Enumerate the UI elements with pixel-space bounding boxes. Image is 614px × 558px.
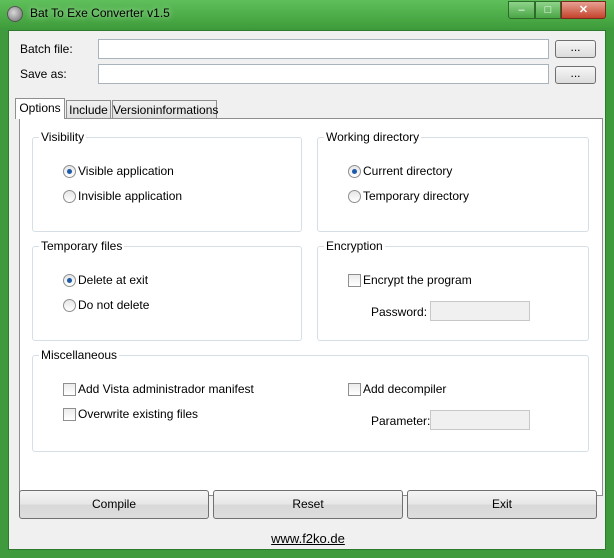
website-link[interactable]: www.f2ko.de xyxy=(9,531,607,546)
parameter-label: Parameter: xyxy=(371,414,431,428)
current-directory-label[interactable]: Current directory xyxy=(363,164,452,178)
parameter-input[interactable] xyxy=(430,410,530,430)
save-as-label: Save as: xyxy=(20,67,67,81)
delete-at-exit-radio[interactable] xyxy=(63,274,76,287)
invisible-application-radio[interactable] xyxy=(63,190,76,203)
password-label: Password: xyxy=(371,305,428,319)
app-gear-icon[interactable] xyxy=(7,6,23,22)
exit-button[interactable]: Exit xyxy=(407,490,597,519)
encryption-group: Encryption Encrypt the program Password: xyxy=(317,239,589,341)
temporary-directory-label[interactable]: Temporary directory xyxy=(363,189,469,203)
tab-include[interactable]: Include xyxy=(66,100,111,119)
encrypt-program-label[interactable]: Encrypt the program xyxy=(363,273,472,287)
miscellaneous-group-title: Miscellaneous xyxy=(39,348,120,362)
tab-options[interactable]: Options xyxy=(15,98,65,119)
add-decompiler-checkbox[interactable] xyxy=(348,383,361,396)
options-tab-panel: Visibility Visible application Invisible… xyxy=(19,118,603,496)
close-button[interactable]: ✕ xyxy=(561,1,606,19)
visibility-group: Visibility Visible application Invisible… xyxy=(32,130,302,232)
reset-button[interactable]: Reset xyxy=(213,490,403,519)
working-directory-group-title: Working directory xyxy=(324,130,422,144)
batch-file-input[interactable] xyxy=(98,39,549,59)
temporary-files-group: Temporary files Delete at exit Do not de… xyxy=(32,239,302,341)
batch-file-label: Batch file: xyxy=(20,42,73,56)
overwrite-files-checkbox[interactable] xyxy=(63,408,76,421)
app-window: Bat To Exe Converter v1.5 ‒ □ ✕ Batch fi… xyxy=(0,0,614,558)
encryption-group-title: Encryption xyxy=(324,239,385,253)
minimize-button[interactable]: ‒ xyxy=(508,1,535,19)
delete-at-exit-label[interactable]: Delete at exit xyxy=(78,273,148,287)
temporary-files-group-title: Temporary files xyxy=(39,239,125,253)
tab-versioninformations[interactable]: Versioninformations xyxy=(112,100,218,119)
current-directory-radio[interactable] xyxy=(348,165,361,178)
encrypt-program-checkbox[interactable] xyxy=(348,274,361,287)
visible-application-label[interactable]: Visible application xyxy=(78,164,174,178)
batch-file-browse-button[interactable]: ... xyxy=(555,40,596,58)
temporary-directory-radio[interactable] xyxy=(348,190,361,203)
vista-manifest-label[interactable]: Add Vista administrador manifest xyxy=(78,382,254,396)
visible-application-radio[interactable] xyxy=(63,165,76,178)
save-as-input[interactable] xyxy=(98,64,549,84)
add-decompiler-label[interactable]: Add decompiler xyxy=(363,382,446,396)
working-directory-group: Working directory Current directory Temp… xyxy=(317,130,589,232)
visibility-group-title: Visibility xyxy=(39,130,87,144)
invisible-application-label[interactable]: Invisible application xyxy=(78,189,182,203)
compile-button[interactable]: Compile xyxy=(19,490,209,519)
title-bar[interactable]: Bat To Exe Converter v1.5 ‒ □ ✕ xyxy=(0,0,614,28)
maximize-button[interactable]: □ xyxy=(535,1,561,19)
do-not-delete-label[interactable]: Do not delete xyxy=(78,298,149,312)
overwrite-files-label[interactable]: Overwrite existing files xyxy=(78,407,198,421)
client-area: Batch file: ... Save as: ... Options Inc… xyxy=(8,30,606,550)
save-as-browse-button[interactable]: ... xyxy=(555,66,596,84)
do-not-delete-radio[interactable] xyxy=(63,299,76,312)
window-title: Bat To Exe Converter v1.5 xyxy=(30,6,170,20)
miscellaneous-group: Miscellaneous Add Vista administrador ma… xyxy=(32,348,589,452)
password-input[interactable] xyxy=(430,301,530,321)
vista-manifest-checkbox[interactable] xyxy=(63,383,76,396)
